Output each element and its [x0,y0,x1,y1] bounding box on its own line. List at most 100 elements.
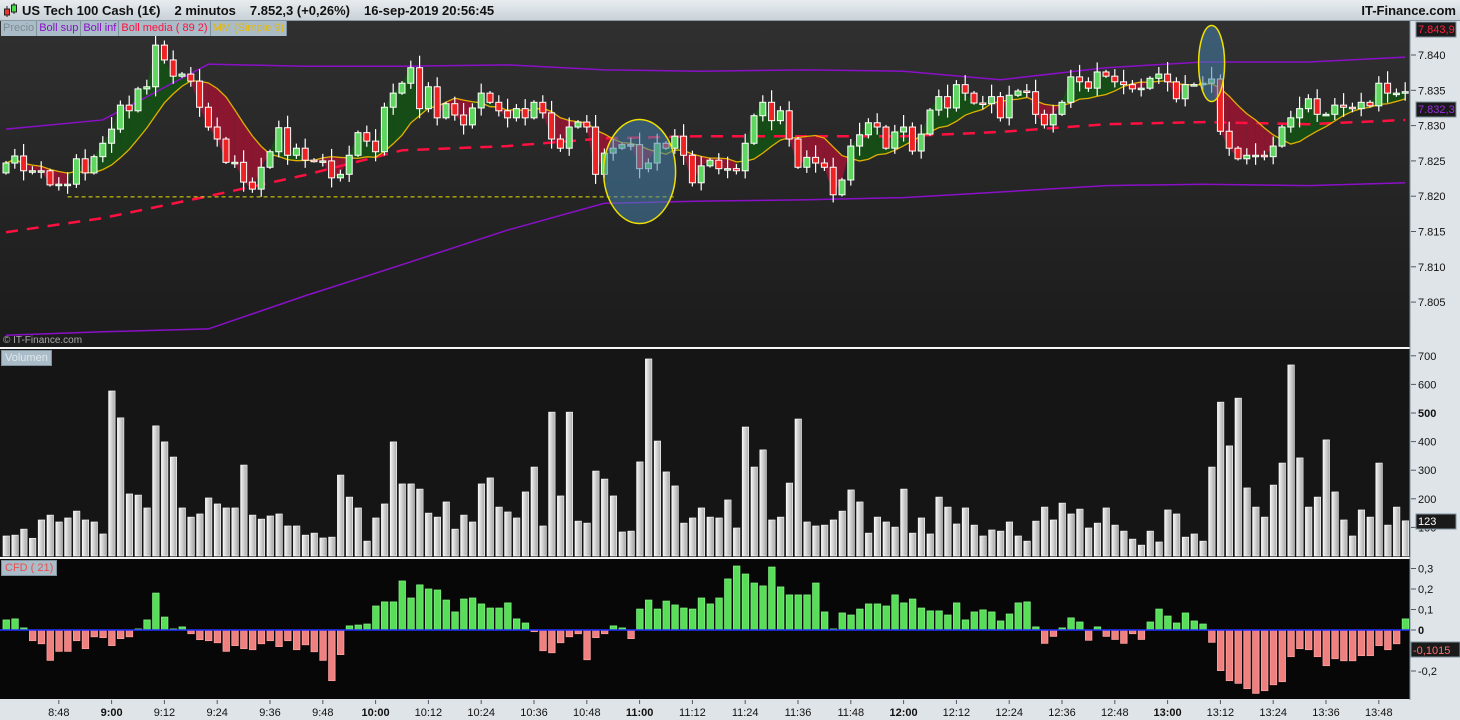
candle-body [1313,98,1321,115]
cfd-bar [1225,629,1234,682]
chart-canvas[interactable]: 7.840 7.835 7.830 7.825 7.820 7.815 7.810 7.805… [0,0,1460,720]
legend-boll-media[interactable]: Boll media ( 89 2) [119,21,211,36]
cfd-bar [1340,629,1348,662]
volume-bar [1173,513,1181,557]
volume-bar [1384,524,1392,557]
candle-body [1146,77,1154,89]
volume-bar [398,483,406,557]
cfd-bar [1173,622,1181,631]
cfd-bar [1261,629,1269,692]
candle-body [1366,101,1374,107]
volume-bar [557,495,565,557]
candle-body [257,166,265,190]
cfd-bar [917,607,926,631]
cfd-bar [785,594,794,631]
volume-bar [249,514,257,557]
candle-body [319,160,327,163]
boll-value-label: 7.832,3 [1418,104,1455,116]
cfd-bar [1305,629,1313,651]
cfd-bar [979,609,987,631]
candle [380,102,388,156]
cfd-bar [1217,629,1225,671]
volume-bar [1181,536,1189,557]
volume-bar [301,534,310,557]
candle-body [2,162,10,174]
candle-body [715,159,723,170]
cfd-bar [653,608,662,631]
candle-body [143,86,151,90]
cfd-bar [697,597,706,631]
cfd-bar [1384,629,1392,651]
candle [222,136,230,165]
candle-body [37,170,45,173]
candle-body [240,161,248,183]
cfd-bar [926,610,934,631]
cfd-bar [460,598,468,631]
legend-precio[interactable]: Precio [1,21,38,36]
volume-bar [997,530,1005,557]
candle-body [1005,94,1013,119]
cfd-bar [1234,629,1242,684]
candle-body [1384,82,1392,94]
volume-bar [73,510,81,557]
cfd-bar [1120,629,1128,644]
candle [486,91,494,104]
candle-body [222,138,230,163]
volume-bar [55,521,63,557]
volume-panel-label[interactable]: Volumen [1,350,52,366]
candle-body [1269,145,1277,158]
cfd-bar [90,629,98,638]
cfd-bar [706,603,714,631]
candle-body [935,96,943,111]
cfd-panel-label[interactable]: CFD ( 21) [1,560,58,576]
cfd-bar [1155,608,1163,631]
cfd-bar [715,597,723,631]
volume-bar [645,358,653,557]
volume-bar [1393,506,1401,557]
volume-bar [706,516,714,557]
candle-body [1093,71,1101,89]
candle-body [231,161,239,165]
legend-boll-inf[interactable]: Boll inf [81,21,120,36]
cfd-bar [1252,629,1260,694]
legend-mm[interactable]: MM (Simple 9) [210,21,288,36]
time-tick-label: 13:36 [1312,707,1340,719]
cfd-bar [1041,629,1049,644]
volume-bar [1129,538,1137,557]
candle-body [944,96,952,109]
volume-bar [917,517,926,557]
volume-bar [821,524,829,557]
candle-body [1392,92,1400,96]
legend-boll-sup[interactable]: Boll sup [37,21,82,36]
candle-body [785,110,793,140]
candle-body [1076,76,1084,83]
volume-bar [1005,521,1014,557]
candle-body [416,67,424,110]
volume-bar [1234,397,1242,557]
candle-body [988,96,996,105]
candle [116,100,124,133]
candle-body [996,96,1004,119]
volume-bar [381,503,389,557]
candle-body [1225,130,1233,149]
volume-bar [935,496,943,557]
cfd-bar [838,612,846,631]
cfd-bar [222,629,230,652]
cfd-bar [1190,620,1198,631]
time-tick-label: 12:24 [995,707,1023,719]
volume-bar [1278,462,1286,557]
candle-body [81,158,89,174]
volume-bar [768,519,776,557]
volume-tick-label: 400 [1418,437,1436,449]
candle-body [345,154,353,175]
candle-body [11,155,19,164]
candle-body [125,104,133,112]
candle-body [310,159,318,163]
price-tick-label: 7.825 [1418,156,1446,168]
cfd-bar [513,618,521,631]
candle-body [732,168,740,172]
candle-body [1023,90,1031,94]
cfd-bar [565,629,574,638]
cfd-bar [741,573,750,631]
candle [442,101,450,120]
